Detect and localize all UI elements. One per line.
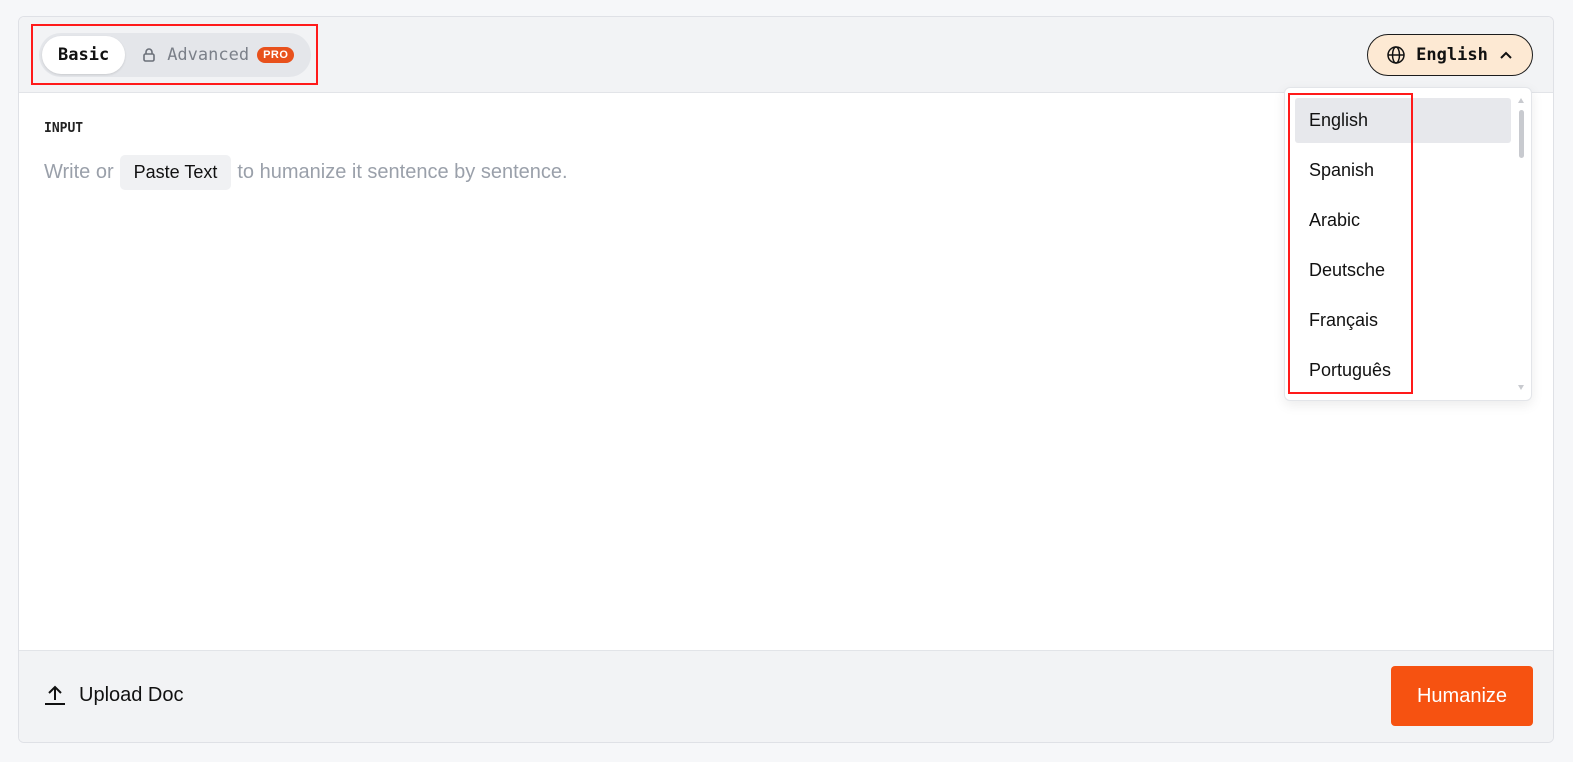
- tab-advanced-label: Advanced: [167, 45, 250, 65]
- top-toolbar: Basic Advanced PRO English: [19, 17, 1553, 93]
- lock-icon: [143, 48, 155, 62]
- language-option[interactable]: Português: [1295, 348, 1511, 393]
- scroll-down-arrow[interactable]: [1518, 385, 1524, 390]
- placeholder-prefix: Write or: [44, 161, 114, 183]
- upload-doc-label: Upload Doc: [79, 683, 184, 706]
- language-selector-button[interactable]: English: [1367, 34, 1533, 76]
- language-current: English: [1416, 45, 1488, 65]
- globe-icon: [1387, 46, 1405, 64]
- mode-toggle: Basic Advanced PRO: [39, 33, 311, 77]
- upload-doc-button[interactable]: Upload Doc: [43, 683, 184, 707]
- pro-badge: PRO: [257, 47, 295, 63]
- paste-text-button[interactable]: Paste Text: [119, 155, 232, 190]
- placeholder-suffix: to humanize it sentence by sentence.: [237, 161, 568, 183]
- language-option[interactable]: Arabic: [1295, 198, 1511, 243]
- language-option[interactable]: Spanish: [1295, 148, 1511, 193]
- language-dropdown: English Spanish Arabic Deutsche Français Port…: [1284, 87, 1532, 401]
- tab-basic[interactable]: Basic: [42, 36, 126, 74]
- scrollbar-thumb[interactable]: [1519, 110, 1524, 158]
- input-label: INPUT: [44, 121, 84, 136]
- scroll-up-arrow[interactable]: [1518, 98, 1524, 103]
- language-options: English Spanish Arabic Deutsche Français Port…: [1295, 98, 1511, 398]
- language-option[interactable]: Français: [1295, 298, 1511, 343]
- bottom-toolbar: Upload Doc Humanize: [19, 650, 1553, 742]
- language-option[interactable]: Deutsche: [1295, 248, 1511, 293]
- chevron-up-icon: [1500, 51, 1512, 59]
- tab-advanced[interactable]: Advanced PRO: [125, 36, 310, 74]
- input-placeholder: Write or Paste Text to humanize it sente…: [44, 155, 568, 190]
- humanize-button[interactable]: Humanize: [1391, 666, 1533, 726]
- upload-icon: [45, 685, 65, 705]
- language-option[interactable]: English: [1295, 98, 1511, 143]
